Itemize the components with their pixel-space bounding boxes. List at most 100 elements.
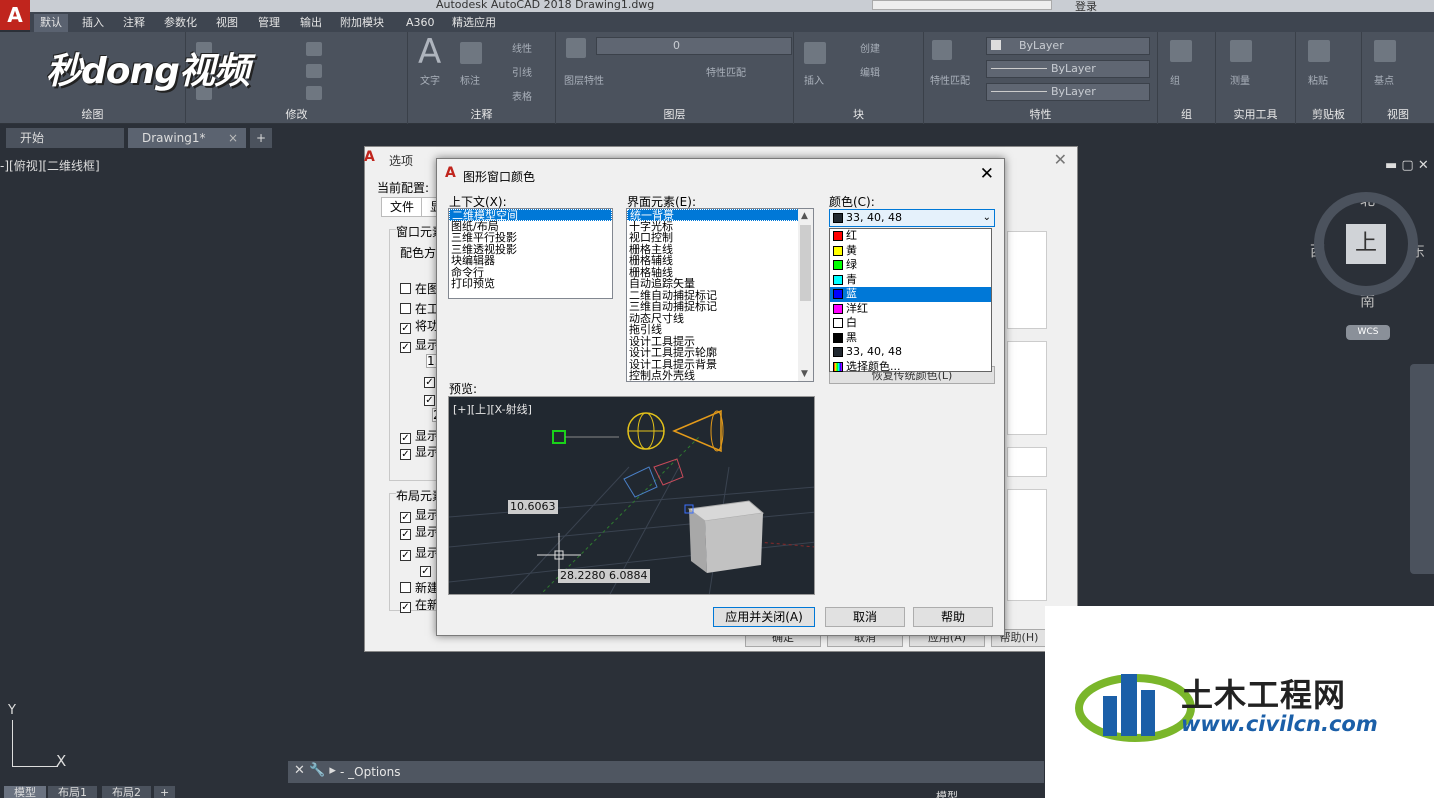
ribbon-tab-a360[interactable]: A360 (400, 14, 441, 32)
list-item[interactable]: 三维平行投影 (449, 232, 612, 244)
paste-button-label[interactable]: 粘贴 (1308, 72, 1328, 87)
checkbox[interactable]: ✓ (400, 550, 411, 561)
status-model-space[interactable]: 模型 (936, 788, 958, 798)
table-button[interactable]: 表格 (512, 88, 532, 103)
trim-icon[interactable] (306, 42, 322, 56)
checkbox[interactable]: ✓ (400, 602, 411, 613)
group-button-label[interactable]: 组 (1170, 72, 1180, 87)
add-layout-button[interactable]: + (154, 786, 176, 798)
help-button[interactable]: 帮助 (913, 607, 993, 627)
ribbon-group-label[interactable]: 绘图 (0, 106, 185, 122)
fillet-icon[interactable] (306, 64, 322, 78)
ribbon-group-label[interactable]: 块 (794, 106, 923, 122)
element-list-scrollbar[interactable]: ▲ ▼ (798, 209, 813, 381)
linetype-combo[interactable]: ByLayer (986, 60, 1150, 78)
wcs-menu[interactable]: WCS (1346, 325, 1390, 340)
checkbox[interactable]: ✓ (424, 377, 435, 388)
ribbon-tab-output[interactable]: 输出 (294, 14, 328, 32)
option-checkbox[interactable]: 新建 (400, 579, 439, 596)
ribbon-group-label[interactable]: 特性 (924, 106, 1157, 122)
ribbon-tab-parametric[interactable]: 参数化 (158, 14, 203, 32)
checkbox[interactable]: ✓ (420, 566, 431, 577)
ribbon-group-label[interactable]: 注释 (408, 106, 555, 122)
color-option[interactable]: 黑 (830, 331, 991, 346)
apply-and-close-button[interactable]: 应用并关闭(A) (713, 607, 815, 627)
viewcube-top-face[interactable]: 上 (1346, 224, 1386, 264)
scrollbar-thumb[interactable] (800, 225, 811, 301)
ribbon-group-label[interactable]: 修改 (186, 106, 407, 122)
autocad-app-menu-icon[interactable]: A (0, 0, 30, 30)
navigation-bar[interactable] (1410, 364, 1434, 574)
tab-start[interactable]: 开始 (6, 128, 124, 148)
ribbon-tab-default[interactable]: 默认 (34, 14, 68, 32)
list-item[interactable]: 控制点外壳线 (627, 370, 813, 381)
linear-button[interactable]: 线性 (512, 40, 532, 55)
tab-drawing1[interactable]: Drawing1* × (128, 128, 246, 148)
sub-checkbox[interactable]: ✓ (420, 562, 435, 577)
color-option[interactable]: 黄 (830, 244, 991, 259)
color-option[interactable]: 选择颜色... (830, 360, 991, 375)
dimension-icon[interactable] (460, 42, 482, 64)
list-item[interactable]: 设计工具提示轮廓 (627, 347, 813, 359)
ribbon-tab-insert[interactable]: 插入 (76, 14, 110, 32)
checkbox[interactable]: ✓ (400, 323, 411, 334)
ribbon-tab-manage[interactable]: 管理 (252, 14, 286, 32)
help-search-input[interactable] (872, 0, 1052, 10)
checkbox[interactable]: ✓ (400, 529, 411, 540)
scroll-down-icon[interactable]: ▼ (801, 369, 808, 379)
paste-icon[interactable] (1308, 40, 1330, 62)
checkbox[interactable] (400, 582, 411, 593)
text-icon[interactable]: A (418, 32, 441, 72)
option-checkbox[interactable]: 在图 (400, 280, 439, 297)
checkbox[interactable] (400, 303, 411, 314)
new-tab-button[interactable]: + (250, 128, 272, 148)
dimension-button-label[interactable]: 标注 (460, 72, 480, 87)
option-checkbox[interactable]: ✓ 显示 (400, 506, 439, 523)
option-checkbox[interactable]: ✓ 显示 (400, 544, 439, 561)
measure-button-label[interactable]: 测量 (1230, 72, 1250, 87)
insert-block-icon[interactable] (804, 42, 826, 64)
list-item[interactable]: 拖引线 (627, 324, 813, 336)
color-option[interactable]: 绿 (830, 258, 991, 273)
checkbox[interactable]: ✓ (400, 342, 411, 353)
cancel-button[interactable]: 取消 (825, 607, 905, 627)
create-block-button[interactable]: 创建 (860, 40, 880, 55)
color-option[interactable]: 蓝 (830, 287, 991, 302)
ribbon-tab-annotate[interactable]: 注释 (117, 14, 151, 32)
option-checkbox[interactable]: ✓ 将功 (400, 317, 439, 334)
list-item[interactable]: 统一背景 (627, 209, 813, 221)
scroll-up-icon[interactable]: ▲ (801, 211, 808, 221)
option-checkbox[interactable]: ✓ 显示 (400, 427, 439, 444)
option-checkbox[interactable]: ✓ 在新 (400, 596, 439, 613)
option-checkbox[interactable]: 在工 (400, 300, 439, 317)
color-option[interactable]: 红 (830, 229, 991, 244)
match-properties-label[interactable]: 特性匹配 (930, 72, 970, 87)
command-line[interactable]: ✕ 🔧 ▸ - _Options (287, 760, 1045, 784)
color-option[interactable]: 33, 40, 48 (830, 345, 991, 360)
close-icon[interactable]: ✕ (1054, 150, 1067, 169)
match-properties-icon[interactable] (932, 40, 952, 60)
checkbox[interactable]: ✓ (400, 449, 411, 460)
text-button-label[interactable]: 文字 (420, 72, 440, 87)
checkbox[interactable] (400, 283, 411, 294)
insert-block-label[interactable]: 插入 (804, 72, 824, 87)
ribbon-group-label[interactable]: 图层 (556, 106, 793, 122)
color-dropdown-list[interactable]: 红 黄 绿 青 蓝 洋红 白 黑 33, 40, 48 选择颜色... (829, 228, 992, 375)
array-icon[interactable] (306, 86, 322, 100)
base-view-label[interactable]: 基点 (1374, 72, 1394, 87)
list-item[interactable]: 块编辑器 (449, 255, 612, 267)
viewport-window-controls[interactable]: ▬ ▢ ✕ (1385, 158, 1429, 173)
ribbon-group-label[interactable]: 实用工具 (1216, 106, 1295, 122)
option-checkbox[interactable]: ✓ 显示 (400, 523, 439, 540)
group-icon[interactable] (1170, 40, 1192, 62)
color-dropdown[interactable]: 33, 40, 48 ⌄ (829, 209, 995, 227)
lineweight-combo[interactable]: ByLayer (986, 83, 1150, 101)
ribbon-tab-addins[interactable]: 附加模块 (334, 14, 390, 32)
layer-properties-label[interactable]: 图层特性 (564, 72, 604, 87)
option-checkbox[interactable]: ✓ 显示 (400, 443, 439, 460)
match-layer-button[interactable]: 特性匹配 (706, 64, 746, 79)
color-option[interactable]: 青 (830, 273, 991, 288)
color-combo[interactable]: ByLayer (986, 37, 1150, 55)
viewcube[interactable]: 上 (1314, 192, 1418, 296)
command-line-text[interactable]: - _Options (340, 765, 400, 779)
